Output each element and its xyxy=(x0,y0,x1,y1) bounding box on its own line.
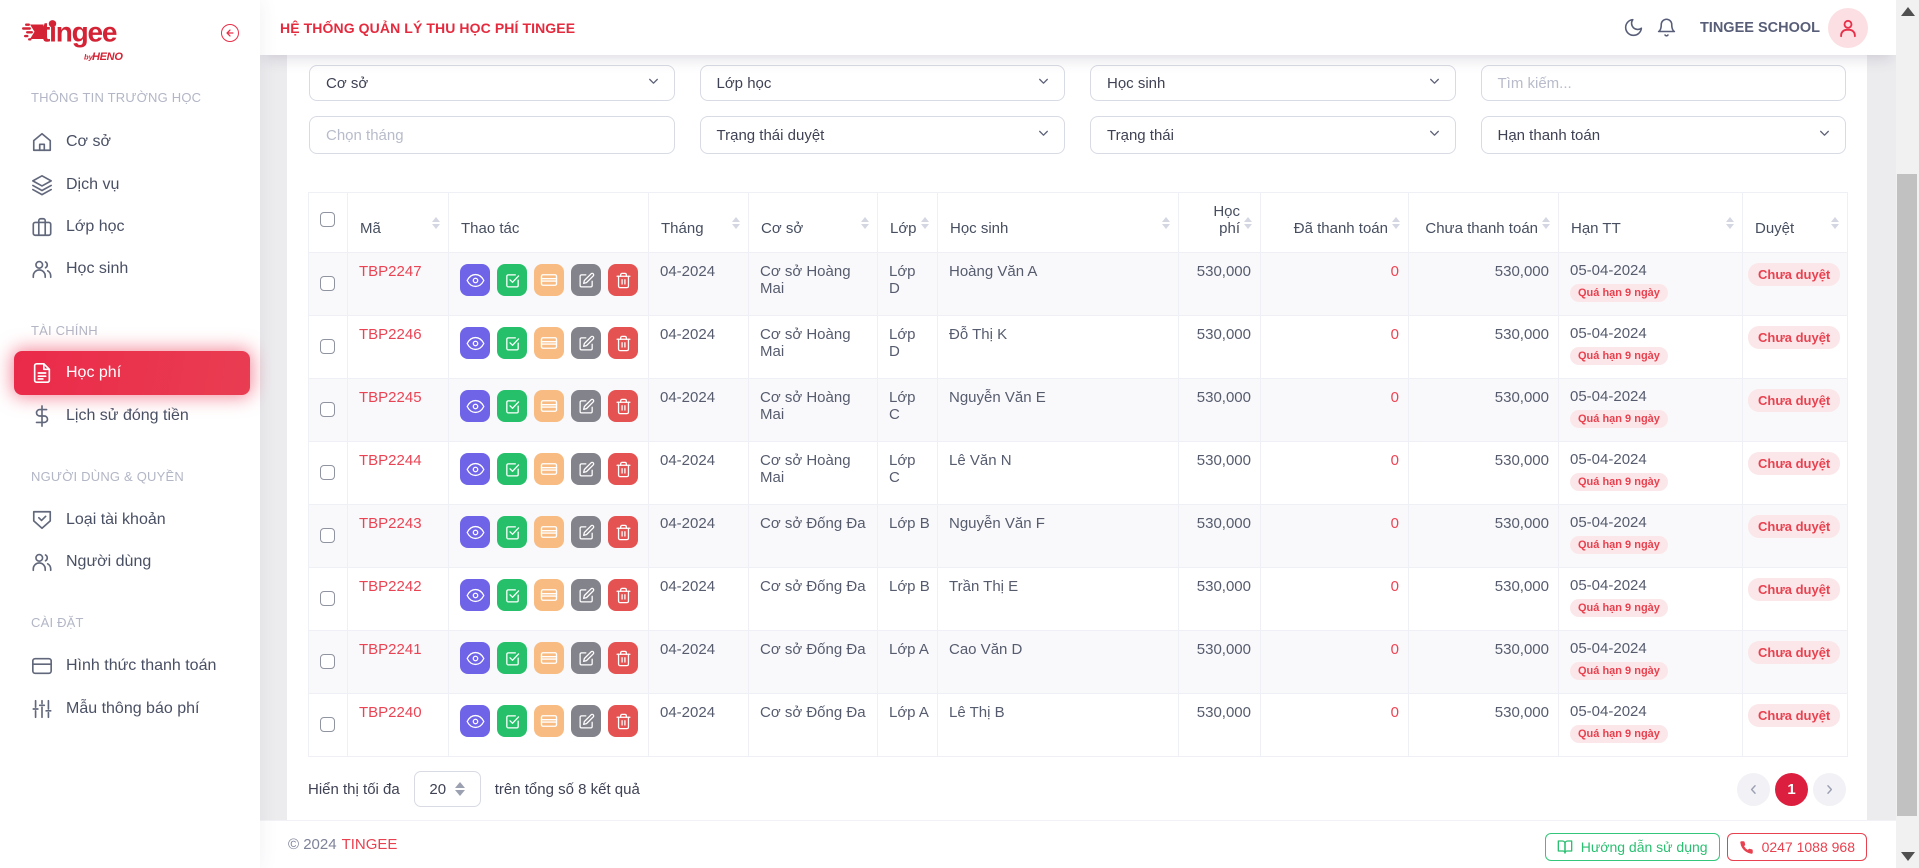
svg-text:HENO: HENO xyxy=(92,51,123,63)
svg-text:tingee: tingee xyxy=(41,18,117,48)
